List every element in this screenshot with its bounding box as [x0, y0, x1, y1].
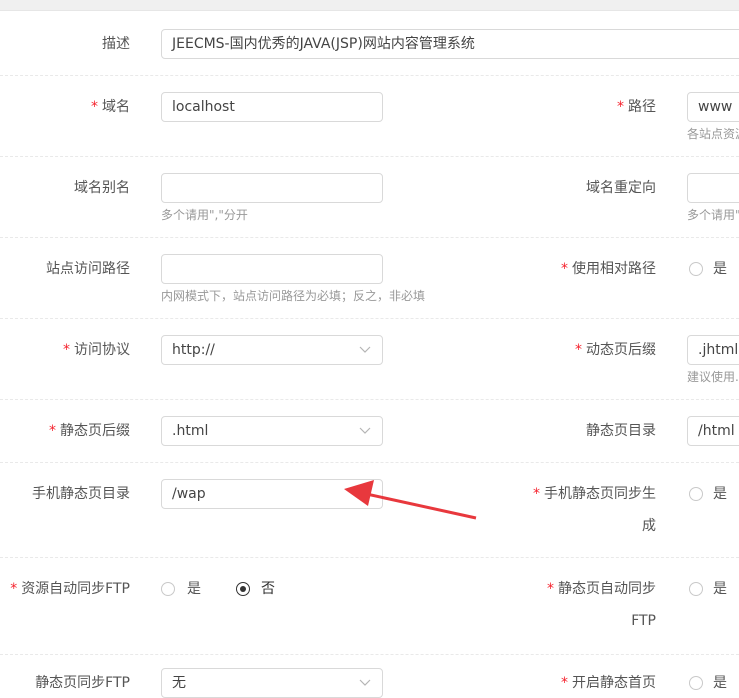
path-label: * 路径 — [617, 99, 656, 115]
static-ftp-sync-yes-text: 是 — [713, 581, 727, 597]
use-relative-path-yes-text: 是 — [713, 261, 727, 277]
resource-ftp-sync-no-radio[interactable] — [236, 582, 250, 596]
use-relative-path-yes-radio[interactable] — [689, 262, 703, 276]
resource-ftp-sync-yes-radio[interactable] — [161, 582, 175, 596]
use-relative-path-label: * 使用相对路径 — [561, 261, 656, 277]
resource-ftp-sync-yes-text: 是 — [187, 581, 201, 597]
domain-redirect-hint: 多个请用" — [687, 208, 739, 222]
site-access-path-label: 站点访问路径 — [46, 261, 130, 277]
path-hint: 各站点资源 — [687, 127, 739, 141]
required-star: * — [10, 581, 18, 597]
description-label: 描述 — [102, 36, 130, 52]
mobile-static-sync-yes-radio[interactable] — [689, 487, 703, 501]
path-input[interactable]: www — [687, 92, 739, 122]
required-star: * — [561, 261, 568, 277]
static-sync-ftp-select-value: 无 — [172, 675, 186, 691]
enable-static-home-label: * 开启静态首页 — [561, 675, 656, 691]
static-sync-ftp-select[interactable]: 无 — [161, 668, 383, 698]
dynamic-suffix-hint: 建议使用. — [687, 370, 739, 384]
row-resource-ftp-sync — [0, 558, 739, 655]
domain-alias-label: 域名别名 — [74, 180, 130, 196]
chevron-down-icon — [359, 679, 371, 686]
static-ftp-sync-label: * 静态页自动同步 — [547, 581, 656, 597]
static-suffix-select-value: .html — [172, 423, 209, 439]
domain-redirect-input[interactable] — [687, 173, 739, 203]
chevron-down-icon — [359, 346, 371, 353]
site-access-path-input[interactable] — [161, 254, 383, 284]
required-star: * — [561, 675, 568, 691]
static-dir-label: 静态页目录 — [586, 423, 656, 439]
required-star: * — [533, 486, 540, 502]
required-star: * — [49, 423, 56, 439]
mobile-static-sync-yes-text: 是 — [713, 486, 727, 502]
row-mobile-static-dir — [0, 463, 739, 558]
required-star: * — [575, 342, 582, 358]
domain-redirect-label: 域名重定向 — [586, 180, 656, 196]
dynamic-suffix-label: * 动态页后缀 — [575, 342, 656, 358]
enable-static-home-yes-text: 是 — [713, 675, 727, 691]
static-suffix-select[interactable]: .html — [161, 416, 383, 446]
domain-input[interactable]: localhost — [161, 92, 383, 122]
resource-ftp-sync-no-text: 否 — [261, 581, 275, 597]
protocol-select[interactable]: http:// — [161, 335, 383, 365]
domain-alias-input[interactable] — [161, 173, 383, 203]
mobile-static-dir-input[interactable]: /wap — [161, 479, 383, 509]
mobile-static-sync-label: * 手机静态页同步生 — [533, 486, 656, 502]
domain-alias-hint: 多个请用","分开 — [161, 208, 248, 222]
description-input[interactable]: JEECMS-国内优秀的JAVA(JSP)网站内容管理系统 — [161, 29, 739, 59]
static-sync-ftp-label: 静态页同步FTP — [35, 675, 130, 691]
static-dir-input[interactable]: /html — [687, 416, 739, 446]
static-ftp-sync-label-line2: FTP — [631, 613, 656, 629]
dynamic-suffix-input[interactable]: .jhtml — [687, 335, 739, 365]
resource-ftp-sync-label: * 资源自动同步FTP — [10, 581, 130, 597]
protocol-label: * 访问协议 — [63, 342, 130, 358]
required-star: * — [91, 99, 98, 115]
chevron-down-icon — [359, 427, 371, 434]
mobile-static-sync-label-line2: 成 — [642, 518, 656, 534]
site-access-path-hint: 内网模式下，站点访问路径为必填；反之，非必填 — [161, 289, 426, 303]
protocol-select-value: http:// — [172, 342, 215, 358]
required-star: * — [63, 342, 70, 358]
domain-label: * 域名 — [91, 99, 130, 115]
mobile-static-dir-label: 手机静态页目录 — [32, 486, 130, 502]
enable-static-home-yes-radio[interactable] — [689, 676, 703, 690]
static-suffix-label: * 静态页后缀 — [49, 423, 130, 439]
static-ftp-sync-yes-radio[interactable] — [689, 582, 703, 596]
required-star: * — [617, 99, 624, 115]
required-star: * — [547, 581, 554, 597]
